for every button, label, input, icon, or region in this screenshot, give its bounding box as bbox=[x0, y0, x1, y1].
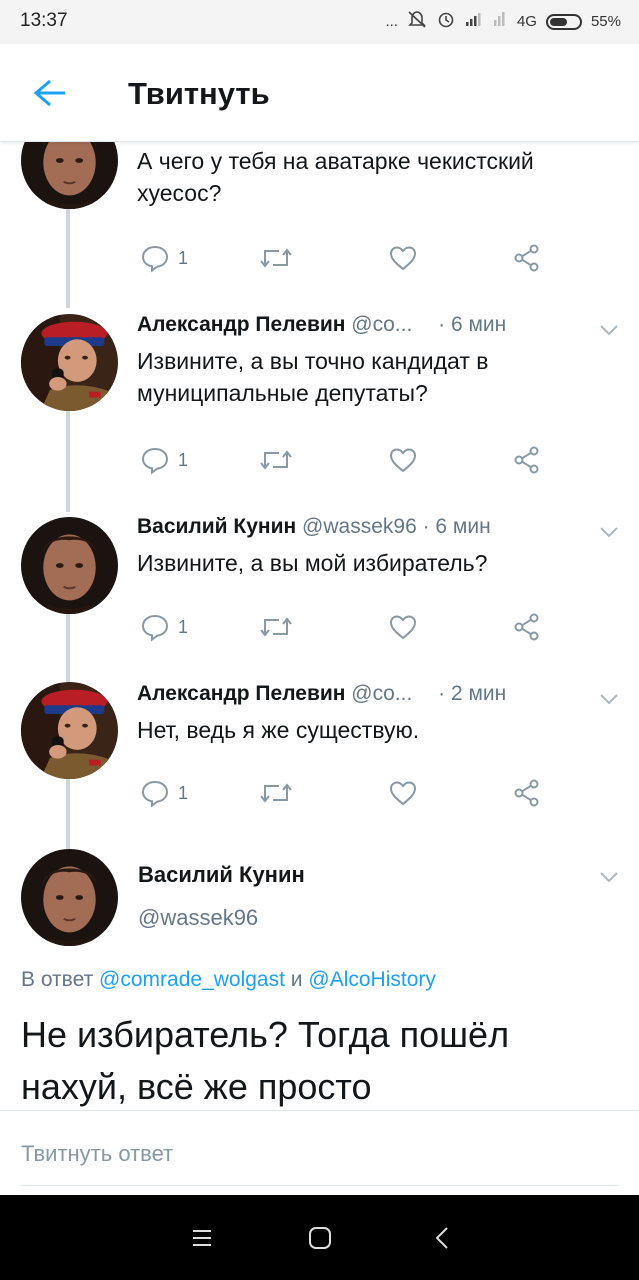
tweet-actions: 1 bbox=[140, 778, 560, 808]
chevron-down-icon[interactable] bbox=[598, 692, 620, 706]
author-name[interactable]: Василий Кунин bbox=[137, 515, 296, 538]
mention-link[interactable]: @AlcoHistory bbox=[308, 968, 436, 991]
heart-icon bbox=[388, 778, 418, 808]
tweet-header: Василий Кунин @wassek96 · 6 мин bbox=[137, 515, 491, 539]
tweet-actions: 1 bbox=[140, 243, 560, 273]
like-button[interactable] bbox=[388, 243, 418, 273]
avatar[interactable] bbox=[21, 314, 118, 411]
share-button[interactable] bbox=[512, 243, 542, 273]
tweet-header: Александр Пелевин @co... · 6 мин bbox=[137, 313, 506, 337]
input-underline bbox=[21, 1185, 618, 1186]
share-icon bbox=[512, 445, 542, 475]
reply-count: 1 bbox=[178, 449, 189, 470]
heart-icon bbox=[388, 243, 418, 273]
notification-dots: ... bbox=[385, 13, 398, 30]
tweet-text: А чего у тебя на аватарке чекистский хуе… bbox=[137, 148, 534, 206]
author-name[interactable]: Александр Пелевин bbox=[137, 313, 345, 336]
mention-joiner: и bbox=[290, 968, 303, 991]
alarm-icon bbox=[436, 10, 456, 33]
author-name[interactable]: Василий Кунин bbox=[138, 862, 305, 888]
home-icon[interactable] bbox=[305, 1223, 335, 1253]
tweet-text: Извините, а вы точно кандидат в муниципа… bbox=[137, 348, 489, 406]
tweet-time: · 6 мин bbox=[438, 313, 507, 336]
mention-link[interactable]: @comrade_wolgast bbox=[99, 968, 285, 991]
share-icon bbox=[512, 243, 542, 273]
system-nav-bar bbox=[0, 1195, 639, 1280]
tweet-actions: 1 bbox=[140, 445, 560, 475]
like-button[interactable] bbox=[388, 445, 418, 475]
share-button[interactable] bbox=[512, 445, 542, 475]
reply-count: 1 bbox=[178, 782, 189, 803]
reply-composer[interactable]: Твитнуть ответ bbox=[0, 1110, 639, 1195]
menu-icon[interactable] bbox=[187, 1223, 217, 1253]
retweet-icon bbox=[258, 612, 294, 642]
retweet-button[interactable] bbox=[258, 243, 294, 273]
retweet-button[interactable] bbox=[258, 778, 294, 808]
signal-icon bbox=[465, 11, 483, 32]
author-handle[interactable]: @wassek96 bbox=[302, 515, 417, 538]
tweet-text: Не избиратель? Тогда пошёл нахуй, всё же… bbox=[21, 1014, 510, 1107]
reply-icon bbox=[140, 445, 170, 475]
tweet-text: Нет, ведь я же существую. bbox=[137, 717, 420, 743]
heart-icon bbox=[388, 445, 418, 475]
tweet-actions: 1 bbox=[140, 612, 560, 642]
heart-icon bbox=[388, 612, 418, 642]
page-title: Твитнуть bbox=[128, 76, 270, 111]
avatar[interactable] bbox=[21, 142, 118, 209]
reply-icon bbox=[140, 243, 170, 273]
avatar[interactable] bbox=[21, 849, 118, 946]
reply-button[interactable]: 1 bbox=[140, 612, 188, 642]
battery-percent: 55% bbox=[590, 13, 621, 30]
share-icon bbox=[512, 612, 542, 642]
author-name[interactable]: Александр Пелевин bbox=[137, 682, 345, 705]
retweet-button[interactable] bbox=[258, 612, 294, 642]
reply-prefix: В ответ bbox=[21, 968, 94, 991]
thread-line bbox=[66, 208, 70, 308]
tweet-time: · 2 мин bbox=[438, 682, 507, 705]
like-button[interactable] bbox=[388, 778, 418, 808]
tweet-time: · 6 мин bbox=[422, 515, 491, 538]
back-icon[interactable] bbox=[428, 1223, 458, 1253]
reply-icon bbox=[140, 612, 170, 642]
reply-button[interactable]: 1 bbox=[140, 243, 188, 273]
thread-line bbox=[66, 612, 70, 684]
reply-button[interactable]: 1 bbox=[140, 778, 188, 808]
tweet-header: Александр Пелевин @co... · 2 мин bbox=[137, 682, 506, 706]
thread-line bbox=[66, 397, 70, 512]
signal-icon bbox=[492, 11, 508, 32]
tweet-text: Извините, а вы мой избиратель? bbox=[137, 550, 488, 576]
app-header: Твитнуть bbox=[0, 44, 639, 142]
status-icons: ... 4G 55% bbox=[385, 10, 621, 33]
reply-count: 1 bbox=[178, 616, 189, 637]
author-handle[interactable]: @wassek96 bbox=[138, 905, 258, 931]
reply-input[interactable]: Твитнуть ответ bbox=[21, 1141, 173, 1167]
chevron-down-icon[interactable] bbox=[598, 525, 620, 539]
arrow-left-icon[interactable] bbox=[30, 76, 70, 110]
tweet-thread: А чего у тебя на аватарке чекистский хуе… bbox=[0, 142, 639, 1195]
mute-icon bbox=[407, 10, 427, 33]
chevron-down-icon[interactable] bbox=[598, 870, 620, 884]
reply-button[interactable]: 1 bbox=[140, 445, 188, 475]
author-handle[interactable]: @co... bbox=[351, 313, 412, 336]
retweet-button[interactable] bbox=[258, 445, 294, 475]
battery-icon bbox=[545, 13, 582, 30]
status-time: 13:37 bbox=[20, 10, 68, 31]
network-type: 4G bbox=[516, 13, 537, 30]
share-button[interactable] bbox=[512, 612, 542, 642]
retweet-icon bbox=[258, 445, 294, 475]
avatar[interactable] bbox=[21, 517, 118, 614]
retweet-icon bbox=[258, 243, 294, 273]
avatar[interactable] bbox=[21, 682, 118, 779]
reply-icon bbox=[140, 778, 170, 808]
author-handle[interactable]: @co... bbox=[351, 682, 412, 705]
like-button[interactable] bbox=[388, 612, 418, 642]
thread-line bbox=[66, 777, 70, 849]
share-icon bbox=[512, 778, 542, 808]
status-bar: 13:37 ... 4G 55% bbox=[0, 0, 639, 44]
retweet-icon bbox=[258, 778, 294, 808]
reply-count: 1 bbox=[178, 247, 189, 268]
chevron-down-icon[interactable] bbox=[598, 323, 620, 337]
share-button[interactable] bbox=[512, 778, 542, 808]
reply-context: В ответ @comrade_wolgast и @AlcoHistory bbox=[21, 968, 436, 992]
